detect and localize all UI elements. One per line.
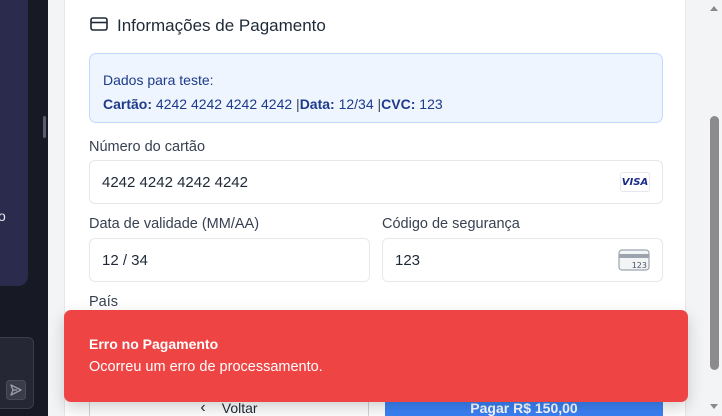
test-cvc-value: 123: [419, 96, 443, 112]
expiry-value: 12 / 34: [102, 251, 148, 269]
test-data-box: Dados para teste: Cartão: 4242 4242 4242…: [89, 53, 663, 123]
scroll-up-arrow-icon[interactable]: [710, 6, 718, 11]
test-data-heading: Dados para teste:: [103, 72, 214, 88]
section-header: Informações de Pagamento: [90, 14, 326, 38]
send-icon[interactable]: [4, 378, 28, 402]
back-button-label: Voltar: [221, 400, 258, 416]
visa-icon: VISA: [620, 172, 650, 192]
country-label: País: [89, 294, 119, 310]
cvc-icon-text: 123: [631, 261, 647, 270]
test-card-label: Cartão:: [103, 96, 153, 112]
cvc-label: Código de segurança: [382, 216, 520, 232]
test-date-value: 12/34: [338, 96, 374, 112]
resize-handle[interactable]: [43, 116, 46, 138]
scroll-down-arrow-icon[interactable]: [710, 404, 718, 409]
sidebar-text-fragment: o: [0, 208, 6, 224]
scrollbar-thumb[interactable]: [710, 116, 719, 370]
cvc-input[interactable]: 123 123: [382, 238, 663, 282]
toast-description: Ocorreu um erro de processamento.: [89, 359, 323, 375]
left-panel: [0, 0, 28, 286]
toast-title: Erro no Pagamento: [89, 336, 219, 352]
card-number-input[interactable]: 4242 4242 4242 4242 VISA: [89, 160, 663, 204]
pay-button-label: Pagar R$ 150,00: [470, 400, 578, 416]
expiry-input[interactable]: 12 / 34: [89, 238, 370, 282]
test-data-line: Cartão: 4242 4242 4242 4242 |Data: 12/34…: [103, 92, 649, 116]
section-title: Informações de Pagamento: [117, 16, 326, 35]
card-number-value: 4242 4242 4242 4242: [102, 173, 248, 191]
card-number-label: Número do cartão: [89, 139, 206, 155]
expiry-label: Data de validade (MM/AA): [89, 216, 260, 232]
cvc-card-icon: 123: [618, 248, 650, 272]
test-date-label: Data:: [299, 96, 335, 112]
credit-card-icon: [90, 16, 108, 37]
test-cvc-label: CVC:: [381, 96, 416, 112]
error-toast[interactable]: Erro no Pagamento Ocorreu um erro de pro…: [64, 310, 688, 402]
cvc-value: 123: [395, 251, 421, 269]
test-card-value: 4242 4242 4242 4242: [155, 96, 293, 112]
